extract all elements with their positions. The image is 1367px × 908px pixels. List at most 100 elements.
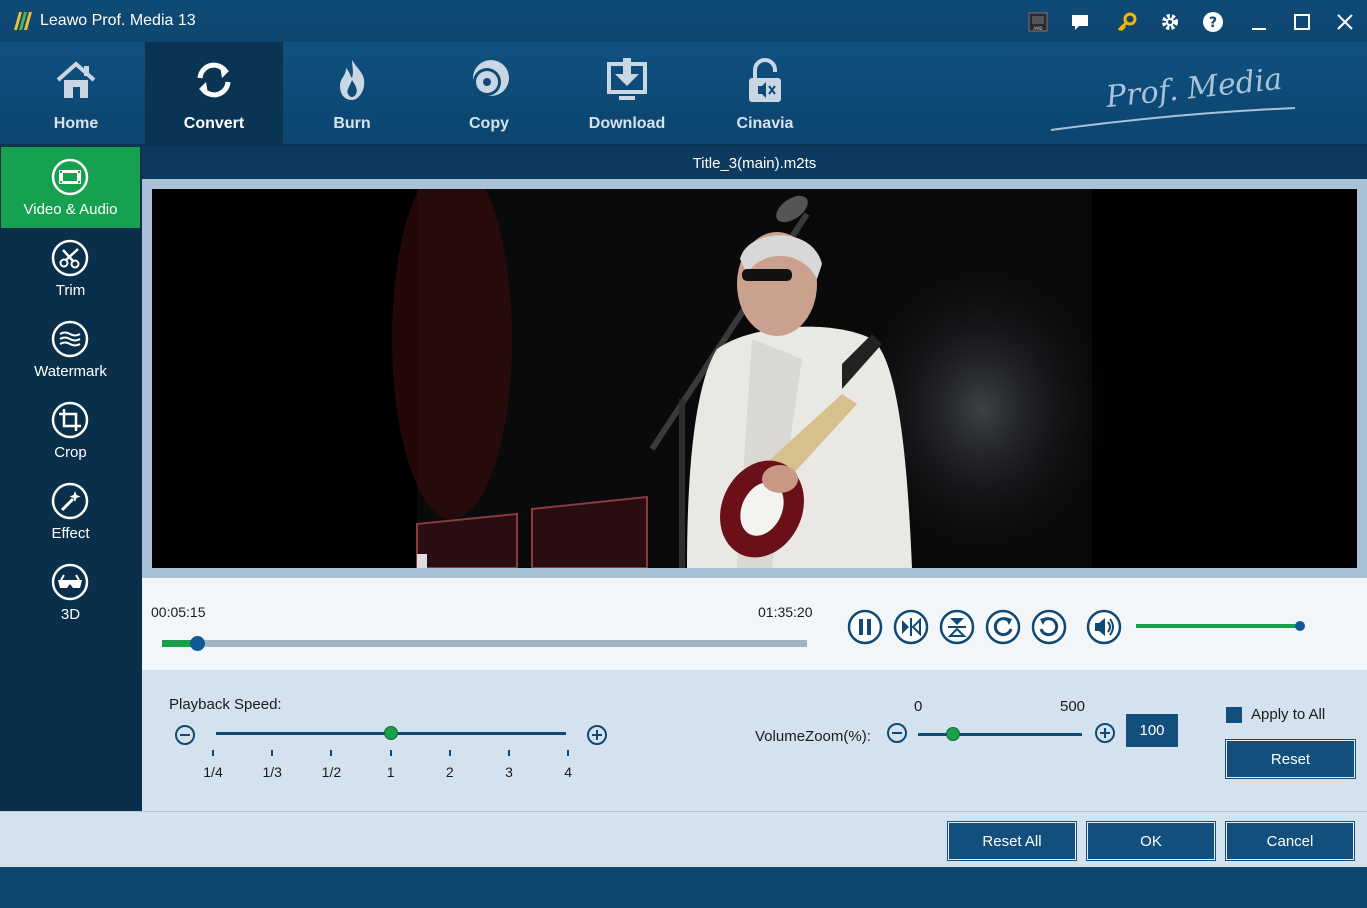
feedback-icon[interactable] xyxy=(1066,8,1094,36)
speed-tick xyxy=(212,750,214,756)
video-frame-image xyxy=(152,189,1357,568)
speed-tick-label: 3 xyxy=(505,764,513,780)
rotate-counterclockwise-button[interactable] xyxy=(1031,609,1067,645)
volume-zoom-decrease-button[interactable] xyxy=(886,722,908,744)
sidebar-item-label: Trim xyxy=(55,282,86,299)
speed-decrease-button[interactable] xyxy=(174,724,196,746)
sidebar-item-label: Effect xyxy=(51,525,90,542)
brand-logo: Prof. Media xyxy=(1050,62,1296,131)
volume-zoom-label: VolumeZoom(%): xyxy=(755,728,871,745)
pause-button[interactable] xyxy=(847,609,883,645)
scissors-icon xyxy=(51,239,89,277)
progress-slider[interactable] xyxy=(162,636,807,651)
main-nav: Home Convert Burn Copy Download Cinavia … xyxy=(0,42,1367,146)
nav-copy-label: Copy xyxy=(469,115,509,132)
amd-badge-icon[interactable]: AMD xyxy=(1024,8,1052,36)
speed-tick-label: 1/4 xyxy=(203,764,223,780)
sidebar-item-effect[interactable]: Effect xyxy=(1,471,140,552)
settings-panel: Playback Speed: VolumeZoom(%): 0 500 100… xyxy=(142,670,1367,811)
title-bar: Leawo Prof. Media 13 AMD ? xyxy=(0,0,1367,42)
progress-handle[interactable] xyxy=(190,636,206,651)
volume-zoom-increase-button[interactable] xyxy=(1094,722,1116,744)
minimize-icon[interactable] xyxy=(1245,8,1273,36)
dialog-footer: Reset All OK Cancel xyxy=(0,811,1367,867)
sidebar-item-watermark[interactable]: Watermark xyxy=(1,309,140,390)
nav-home[interactable]: Home xyxy=(7,42,145,146)
magic-wand-icon xyxy=(51,482,89,520)
3d-glasses-icon xyxy=(51,563,89,601)
sidebar-item-video-audio[interactable]: Video & Audio xyxy=(1,147,140,228)
crop-icon xyxy=(51,401,89,439)
maximize-icon[interactable] xyxy=(1288,8,1316,36)
pause-icon xyxy=(847,609,883,645)
svg-text:?: ? xyxy=(1209,15,1217,31)
volume-button[interactable] xyxy=(1086,609,1122,645)
speed-increase-button[interactable] xyxy=(586,724,608,746)
copy-icon xyxy=(473,60,509,96)
reset-all-button[interactable]: Reset All xyxy=(948,822,1076,860)
sidebar-item-label: Watermark xyxy=(34,363,107,380)
volume-icon xyxy=(1086,609,1122,645)
flip-horizontal-icon xyxy=(893,609,929,645)
nav-cinavia[interactable]: Cinavia xyxy=(696,42,834,146)
filename-title: Title_3(main).m2ts xyxy=(142,146,1367,179)
ok-button[interactable]: OK xyxy=(1087,822,1215,860)
volume-zoom-min: 0 xyxy=(914,698,923,715)
nav-cinavia-label: Cinavia xyxy=(736,115,794,132)
sidebar-item-label: Crop xyxy=(54,444,87,461)
nav-download-label: Download xyxy=(588,115,666,132)
main-panel: Title_3(main).m2ts 00:05:15 01:35:20 Pla… xyxy=(142,146,1367,811)
sidebar-item-trim[interactable]: Trim xyxy=(1,228,140,309)
sidebar-item-label: 3D xyxy=(60,606,81,623)
video-preview-frame xyxy=(142,179,1367,578)
home-icon xyxy=(56,61,96,98)
nav-burn-label: Burn xyxy=(333,115,371,132)
speed-tick xyxy=(271,750,274,756)
rotate-clockwise-button[interactable] xyxy=(985,609,1021,645)
window-title: Leawo Prof. Media 13 xyxy=(40,12,196,29)
gear-icon[interactable] xyxy=(1156,8,1184,36)
nav-convert-label: Convert xyxy=(183,115,245,132)
flip-vertical-button[interactable] xyxy=(939,609,975,645)
speed-tick-label: 4 xyxy=(564,764,573,780)
volume-zoom-max: 500 xyxy=(1060,698,1086,715)
cancel-button[interactable]: Cancel xyxy=(1226,822,1354,860)
player-controls: 00:05:15 01:35:20 xyxy=(142,578,1367,670)
volume-zoom-handle[interactable] xyxy=(946,727,960,741)
total-time: 01:35:20 xyxy=(758,604,813,620)
speed-tick xyxy=(508,750,510,756)
speed-tick xyxy=(567,750,570,756)
reset-button[interactable]: Reset xyxy=(1226,740,1355,778)
video-preview[interactable] xyxy=(152,189,1357,568)
key-icon[interactable] xyxy=(1113,8,1141,36)
nav-convert[interactable]: Convert xyxy=(145,42,283,146)
apply-to-all-checkbox[interactable] xyxy=(1226,707,1242,723)
film-icon xyxy=(51,158,89,196)
app-logo-icon xyxy=(14,12,32,30)
rotate-clockwise-icon xyxy=(985,609,1021,645)
sidebar: Video & Audio Trim Watermark Crop Effect xyxy=(0,146,142,811)
nav-copy[interactable]: Copy xyxy=(420,42,558,146)
rotate-counterclockwise-icon xyxy=(1031,609,1067,645)
flip-vertical-icon xyxy=(939,609,975,645)
volume-zoom-slider[interactable] xyxy=(918,733,1082,736)
nav-download[interactable]: Download xyxy=(558,42,696,146)
current-time: 00:05:15 xyxy=(151,604,206,620)
volume-zoom-value[interactable]: 100 xyxy=(1126,714,1178,747)
nav-burn[interactable]: Burn xyxy=(283,42,421,146)
speed-tick xyxy=(330,750,333,756)
speed-tick-label: 2 xyxy=(445,764,454,780)
volume-slider[interactable] xyxy=(1136,624,1300,628)
svg-text:AMD: AMD xyxy=(1033,26,1042,31)
download-icon xyxy=(607,58,647,100)
flip-horizontal-button[interactable] xyxy=(893,609,929,645)
watermark-icon xyxy=(51,320,89,358)
playback-speed-handle[interactable] xyxy=(384,726,398,740)
speed-tick-label: 1 xyxy=(386,764,395,780)
volume-handle[interactable] xyxy=(1295,621,1305,631)
help-icon[interactable]: ? xyxy=(1199,8,1227,36)
sidebar-item-3d[interactable]: 3D xyxy=(1,552,140,633)
playback-speed-label: Playback Speed: xyxy=(169,696,282,713)
sidebar-item-crop[interactable]: Crop xyxy=(1,390,140,471)
close-icon[interactable] xyxy=(1331,8,1359,36)
